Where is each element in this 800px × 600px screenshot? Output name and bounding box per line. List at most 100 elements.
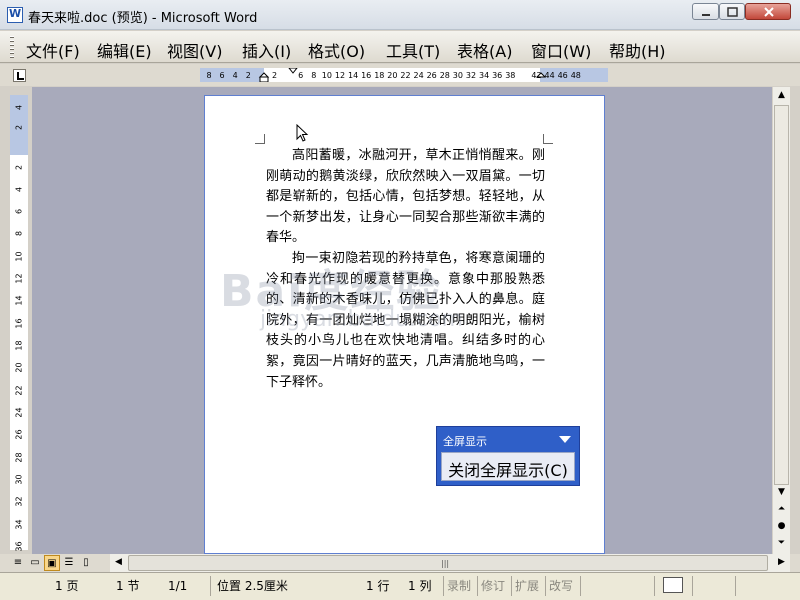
menu-grip[interactable] [10,36,14,58]
horizontal-scrollbar[interactable]: ◀ ||| ▶ [110,554,790,572]
print-layout-view-icon[interactable]: ▣ [44,555,60,571]
status-section: 1 节 [116,579,140,593]
ruler-tick-label: 2 [246,71,251,80]
status-divider [545,576,546,596]
close-button[interactable] [745,3,791,20]
outline-view-icon[interactable]: ☰ [61,555,77,571]
ruler-tick-label: 38 [505,71,515,80]
ruler-tick-label: 20 [387,71,397,80]
status-divider [443,576,444,596]
minimize-button[interactable] [692,3,719,20]
status-extend[interactable]: 扩展 [515,576,539,596]
status-overtype[interactable]: 改写 [549,576,573,596]
menu-file[interactable]: 文件(F) [26,38,80,62]
crop-mark [255,134,265,144]
title-bar: 春天来啦.doc (预览) - Microsoft Word [0,0,800,30]
ruler-tick-label: 4 [233,71,238,80]
ruler-tick-label: 32 [466,71,476,80]
ruler-tick-label: 22 [400,71,410,80]
ruler-bar: 8 6 4 2 2 6 8 10 12 14 16 18 20 22 24 26 28 30 32 34 36 38 42 4… [0,64,800,86]
scroll-right-icon[interactable]: ▶ [773,554,790,571]
status-position: 位置 2.5厘米 [217,579,288,593]
ruler-tick-label: 24 [414,71,424,80]
vertical-ruler-tick-label: 34 [14,519,24,530]
vertical-ruler[interactable]: 422468101214161820222426283032343638 [10,95,28,574]
vertical-ruler-tick-label: 16 [14,318,24,329]
web-layout-view-icon[interactable]: ▭ [27,555,43,571]
grip-icon: ||| [441,559,450,568]
view-bar: ≡ ▭ ▣ ☰ ▯ ◀ ||| ▶ [0,554,800,572]
language-book-icon[interactable] [663,577,683,593]
menu-tools[interactable]: 工具(T) [386,38,440,62]
ruler-tick-label: 8 [311,71,316,80]
ruler-tick-label: 16 [361,71,371,80]
tab-stop-selector[interactable] [13,69,26,82]
ruler-tick-label: 18 [374,71,384,80]
status-track-changes[interactable]: 修订 [481,576,505,596]
status-bar: 1 页 1 节 1/1 位置 2.5厘米 1 行 1 列 录制 修订 扩展 改写 [0,572,800,600]
crop-mark [543,134,553,144]
scroll-down-icon[interactable]: ▼ [773,484,790,501]
horizontal-scroll-thumb[interactable]: ||| [128,555,768,571]
vertical-ruler-tick-label: 18 [14,340,24,351]
status-record[interactable]: 录制 [447,576,471,596]
horizontal-ruler[interactable]: 8 6 4 2 2 6 8 10 12 14 16 18 20 22 24 26 28 30 32 34 36 38 42 4… [200,68,608,82]
window-title: 春天来啦.doc (预览) - Microsoft Word [28,11,258,26]
vertical-ruler-tick-label: 24 [14,407,24,418]
ruler-tick-label: 2 [272,71,277,80]
status-divider [735,576,736,596]
status-page: 1 页 [55,579,79,593]
vertical-ruler-tick-label: 28 [14,452,24,463]
fullscreen-toolbar-title: 全屏显示 [443,435,487,448]
status-divider [692,576,693,596]
vertical-scrollbar[interactable]: ▲ ▼ ⏶ ● ⏷ [773,87,790,554]
ruler-tick-label: 48 [571,71,581,80]
status-divider [580,576,581,596]
close-fullscreen-button[interactable]: 关闭全屏显示(C) [441,452,575,481]
ruler-tick-label: 14 [348,71,358,80]
menu-help[interactable]: 帮助(H) [609,38,666,62]
mouse-pointer-icon [296,124,309,142]
status-column: 1 列 [408,579,432,593]
vertical-ruler-tick-label: 4 [14,104,24,111]
ruler-tick-label: 26 [427,71,437,80]
vertical-ruler-tick-label: 32 [14,496,24,507]
maximize-icon [727,7,738,17]
normal-view-icon[interactable]: ≡ [10,555,26,571]
menu-table[interactable]: 表格(A) [457,38,512,62]
scroll-up-icon[interactable]: ▲ [773,87,790,104]
status-divider [654,576,655,596]
ruler-tick-label: 44 [545,71,555,80]
first-line-indent-icon[interactable] [288,68,298,74]
menu-view[interactable]: 视图(V) [167,38,222,62]
word-document-icon [7,7,23,23]
document-body[interactable]: 高阳蓄暖，冰融河开，草木正悄悄醒来。刚刚萌动的鹅黄淡绿，欣欣然映入一双眉黛。一切… [266,146,545,393]
vertical-ruler-tick-label: 14 [14,295,24,306]
menu-window[interactable]: 窗口(W) [531,38,591,62]
scroll-left-icon[interactable]: ◀ [110,554,127,571]
ruler-tick-label: 10 [322,71,332,80]
next-page-icon[interactable]: ⏷ [773,535,790,552]
menu-edit[interactable]: 编辑(E) [97,38,152,62]
vertical-scroll-thumb[interactable] [774,105,789,485]
ruler-tick-label: 36 [492,71,502,80]
ruler-tick-label: 28 [440,71,450,80]
fullscreen-toolbar[interactable]: 全屏显示 关闭全屏显示(C) [436,426,580,486]
ruler-tick-label: 46 [558,71,568,80]
chevron-down-icon[interactable] [558,434,572,444]
vertical-ruler-tick-label: 10 [14,251,24,262]
ruler-tick-label: 30 [453,71,463,80]
reading-layout-view-icon[interactable]: ▯ [78,555,94,571]
previous-page-icon[interactable]: ⏶ [773,501,790,518]
paragraph[interactable]: 拘一束初隐若现的矜持草色，将寒意阑珊的冷和春光作现的暖意替更换。意象中那股熟悉的… [266,249,545,393]
ruler-tick-label: 34 [479,71,489,80]
vertical-ruler-tick-label: 26 [14,429,24,440]
menu-format[interactable]: 格式(O) [308,38,365,62]
select-browse-object-icon[interactable]: ● [773,518,790,535]
status-page-of: 1/1 [168,579,188,593]
paragraph[interactable]: 高阳蓄暖，冰融河开，草木正悄悄醒来。刚刚萌动的鹅黄淡绿，欣欣然映入一双眉黛。一切… [266,146,545,249]
maximize-button[interactable] [719,3,745,20]
menu-insert[interactable]: 插入(I) [242,38,291,62]
ruler-tick-label: 8 [206,71,211,80]
status-divider [511,576,512,596]
